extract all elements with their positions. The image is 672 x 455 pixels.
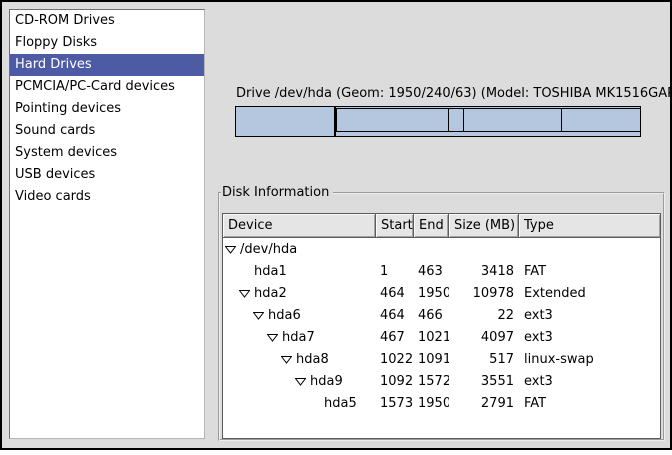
table-row-hda6[interactable]: hda6 46446622ext3 — [223, 304, 660, 326]
device-label: hda9 — [310, 374, 343, 389]
column-header-type[interactable]: Type — [519, 214, 660, 238]
table-row-hda9[interactable]: hda9 109215723551ext3 — [223, 370, 660, 392]
column-header-size-mb[interactable]: Size (MB) — [449, 214, 519, 238]
cell-start: 1092 — [376, 374, 414, 389]
sidebar-item-pointing-devices[interactable]: Pointing devices — [10, 98, 204, 120]
device-label: /dev/hda — [240, 242, 297, 257]
cell-size: 3551 — [449, 374, 519, 389]
expander-icon[interactable] — [281, 355, 296, 364]
cell-start: 464 — [376, 286, 414, 301]
sidebar-item-cd-rom-drives[interactable]: CD-ROM Drives — [10, 10, 204, 32]
cell-start: 1573 — [376, 396, 414, 411]
cell-type: Extended — [519, 286, 660, 301]
column-header-start[interactable]: Start — [376, 214, 414, 238]
table-row-hda7[interactable]: hda7 46710214097ext3 — [223, 326, 660, 348]
cell-device: hda9 — [223, 374, 376, 389]
partition-logical-segments — [336, 108, 640, 132]
cell-device: hda6 — [223, 308, 376, 323]
device-label: hda6 — [268, 308, 301, 323]
cell-device: hda1 — [223, 264, 376, 279]
sidebar-list[interactable]: CD-ROM DrivesFloppy DisksHard DrivesPCMC… — [9, 9, 205, 439]
cell-end: 463 — [414, 264, 449, 279]
expander-icon[interactable] — [253, 311, 268, 320]
cell-device: hda8 — [223, 352, 376, 367]
cell-end: 1021 — [414, 330, 449, 345]
cell-size: 10978 — [449, 286, 519, 301]
table-row-hda8[interactable]: hda8 10221091517linux-swap — [223, 348, 660, 370]
device-label: hda1 — [254, 264, 287, 279]
sidebar-item-system-devices[interactable]: System devices — [10, 142, 204, 164]
cell-start: 1022 — [376, 352, 414, 367]
partition-segment-hda5 — [562, 109, 640, 131]
frame-label: Disk Information — [221, 185, 333, 200]
device-label: hda7 — [282, 330, 315, 345]
partition-segment-hda9 — [464, 109, 562, 131]
cell-type: FAT — [519, 264, 660, 279]
cell-size: 517 — [449, 352, 519, 367]
sidebar-item-hard-drives[interactable]: Hard Drives — [10, 54, 204, 76]
cell-start: 464 — [376, 308, 414, 323]
table-row-hda5[interactable]: hda5 157319502791FAT — [223, 392, 660, 414]
partition-segment-hda8 — [449, 109, 464, 131]
cell-size: 22 — [449, 308, 519, 323]
table-row-hda2[interactable]: hda2 464195010978Extended — [223, 282, 660, 304]
cell-type: ext3 — [519, 330, 660, 345]
table-row-hda1[interactable]: hda1 14633418FAT — [223, 260, 660, 282]
disk-table: DeviceStartEndSize (MB)Type /dev/hda hda1… — [222, 213, 661, 439]
cell-end: 1950 — [414, 286, 449, 301]
device-label: hda8 — [296, 352, 329, 367]
sidebar-item-video-cards[interactable]: Video cards — [10, 186, 204, 208]
cell-type: ext3 — [519, 374, 660, 389]
expander-icon[interactable] — [225, 245, 240, 254]
partition-segment-extended — [335, 107, 640, 136]
cell-start: 1 — [376, 264, 414, 279]
hardware-browser-window: CD-ROM DrivesFloppy DisksHard DrivesPCMC… — [0, 0, 672, 450]
column-header-device[interactable]: Device — [223, 214, 376, 238]
column-header-end[interactable]: End — [414, 214, 449, 238]
cell-device: hda2 — [223, 286, 376, 301]
sidebar-item-sound-cards[interactable]: Sound cards — [10, 120, 204, 142]
expander-icon[interactable] — [295, 377, 310, 386]
partition-segment-hda1 — [236, 107, 335, 136]
cell-type: ext3 — [519, 308, 660, 323]
cell-device: /dev/hda — [223, 242, 376, 257]
sidebar-item-pcmcia-pc-card-devices[interactable]: PCMCIA/PC-Card devices — [10, 76, 204, 98]
device-label: hda5 — [324, 396, 357, 411]
table-row-dev-hda[interactable]: /dev/hda — [223, 238, 660, 260]
drive-label: Drive /dev/hda (Geom: 1950/240/63) (Mode… — [236, 86, 672, 101]
expander-icon[interactable] — [239, 289, 254, 298]
expander-icon[interactable] — [267, 333, 282, 342]
table-header: DeviceStartEndSize (MB)Type — [223, 214, 660, 238]
cell-start: 467 — [376, 330, 414, 345]
device-label: hda2 — [254, 286, 287, 301]
cell-end: 1572 — [414, 374, 449, 389]
cell-end: 1950 — [414, 396, 449, 411]
table-body: /dev/hdahda114633418FAThda2464195010978E… — [223, 238, 660, 414]
partition-bar — [235, 106, 641, 137]
partition-segment-hda7 — [337, 109, 449, 131]
cell-device: hda7 — [223, 330, 376, 345]
cell-end: 1091 — [414, 352, 449, 367]
sidebar-item-floppy-disks[interactable]: Floppy Disks — [10, 32, 204, 54]
cell-size: 4097 — [449, 330, 519, 345]
cell-size: 2791 — [449, 396, 519, 411]
cell-type: linux-swap — [519, 352, 660, 367]
cell-end: 466 — [414, 308, 449, 323]
cell-size: 3418 — [449, 264, 519, 279]
cell-device: hda5 — [223, 396, 376, 411]
sidebar-item-usb-devices[interactable]: USB devices — [10, 164, 204, 186]
cell-type: FAT — [519, 396, 660, 411]
